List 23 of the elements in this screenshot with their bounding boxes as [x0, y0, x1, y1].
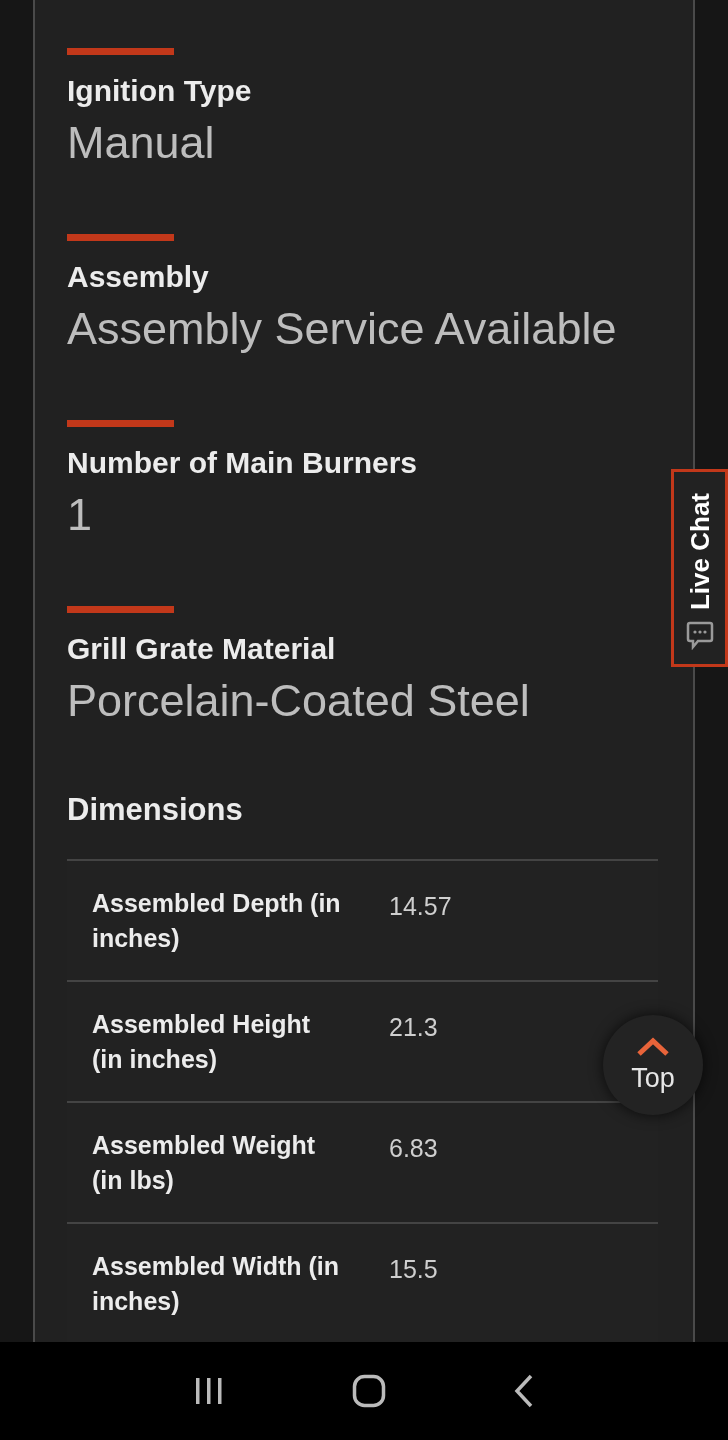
table-cell-text: 21.3: [389, 1012, 438, 1043]
section-heading: Dimensions: [67, 792, 244, 828]
spec-value: 1: [67, 488, 94, 542]
back-icon[interactable]: [514, 1374, 534, 1408]
spec-value: Manual: [67, 116, 216, 170]
spec-label: Ignition Type: [67, 73, 253, 109]
table-cell-text: Assembled Weight (in lbs): [92, 1130, 317, 1196]
chat-icon: [685, 620, 714, 650]
chevron-up-icon: [636, 1036, 670, 1057]
home-icon[interactable]: [352, 1374, 386, 1408]
table-cell-text: Assembled Depth (in inches): [92, 888, 342, 954]
table-cell-text: 6.83: [389, 1133, 438, 1164]
spec-label: Grill Grate Material: [67, 631, 337, 667]
spec-label: Number of Main Burners: [67, 445, 419, 481]
recent-apps-icon[interactable]: [194, 1376, 224, 1406]
spec-value: Porcelain-Coated Steel: [67, 674, 531, 728]
table-cell-text: 14.57: [389, 891, 452, 922]
table-cell-text: Assembled Height (in inches): [92, 1009, 312, 1075]
live-chat-tab[interactable]: Live Chat: [671, 469, 728, 667]
spec-label: Assembly: [67, 259, 210, 295]
table-cell-text: Assembled Width (in inches): [92, 1251, 340, 1317]
spec-value: Assembly Service Available: [67, 302, 618, 356]
table-cell-text: 15.5: [389, 1254, 438, 1285]
